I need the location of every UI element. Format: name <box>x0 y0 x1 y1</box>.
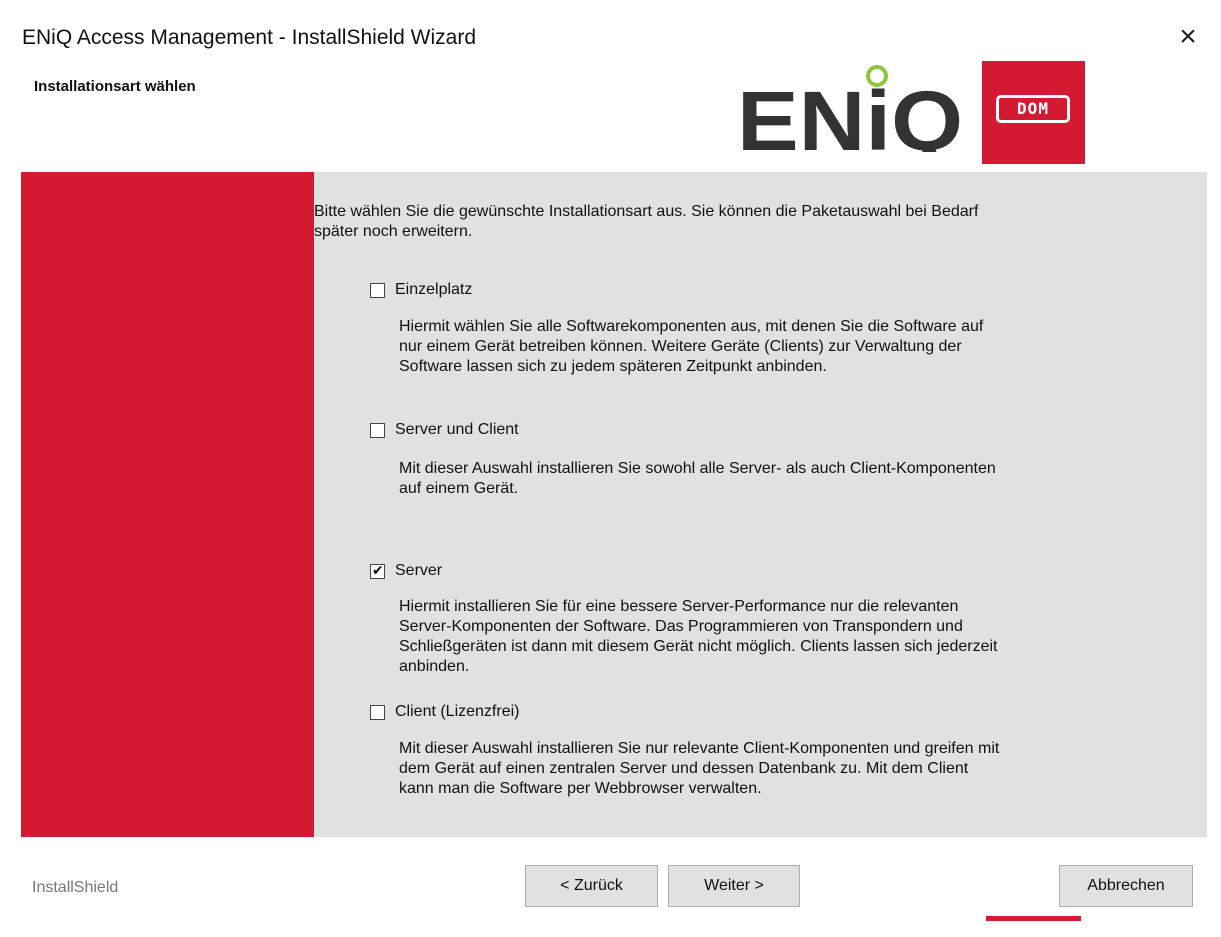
close-icon[interactable]: × <box>1173 22 1203 52</box>
desc-line: Schließgeräten ist dann mit diesem Gerät… <box>399 638 998 655</box>
option-server[interactable]: ✔ Server <box>370 561 442 581</box>
sidebar-banner <box>21 172 314 837</box>
accent-line <box>986 916 1081 921</box>
dom-logo: DOM <box>982 61 1085 164</box>
checkbox[interactable] <box>370 422 385 438</box>
option-label: Server <box>395 562 443 579</box>
footer-bar: InstallShield < Zurück Weiter > Abbreche… <box>0 837 1221 937</box>
desc-line: Mit dieser Auswahl installieren Sie nur … <box>399 740 1000 757</box>
checkbox[interactable] <box>370 282 385 298</box>
option-description: Hiermit wählen Sie alle Softwarekomponen… <box>399 317 1119 377</box>
eniq-logo: ENiQ <box>737 65 963 152</box>
option-server-und-client[interactable]: Server und Client <box>370 420 519 440</box>
desc-line: dem Gerät auf einen zentralen Server und… <box>399 760 969 777</box>
next-button[interactable]: Weiter > <box>668 865 800 907</box>
dom-badge: DOM <box>996 95 1070 123</box>
option-label: Server und Client <box>395 421 519 438</box>
installer-window: ENiQ Access Management - InstallShield W… <box>0 0 1221 937</box>
option-description: Mit dieser Auswahl installieren Sie nur … <box>399 739 1119 799</box>
intro-line: später noch erweitern. <box>314 223 473 240</box>
page-subtitle: Installationsart wählen <box>34 78 196 95</box>
desc-line: auf einem Gerät. <box>399 480 519 497</box>
desc-line: Hiermit installieren Sie für eine besser… <box>399 598 959 615</box>
option-label: Client (Lizenzfrei) <box>395 703 520 720</box>
option-description: Mit dieser Auswahl installieren Sie sowo… <box>399 459 1119 499</box>
checkbox-checked[interactable]: ✔ <box>370 562 385 579</box>
window-title: ENiQ Access Management - InstallShield W… <box>22 26 477 49</box>
installshield-brand: InstallShield <box>32 879 119 896</box>
desc-line: Hiermit wählen Sie alle Softwarekomponen… <box>399 318 984 335</box>
checkbox[interactable] <box>370 704 385 720</box>
intro-text: Bitte wählen Sie die gewünschte Installa… <box>314 202 1184 242</box>
desc-line: kann man die Software per Webbrowser ver… <box>399 780 762 797</box>
option-einzelplatz[interactable]: Einzelplatz <box>370 280 472 300</box>
desc-line: Software lassen sich zu jedem späteren Z… <box>399 358 827 375</box>
intro-line: Bitte wählen Sie die gewünschte Installa… <box>314 203 979 220</box>
desc-line: Server-Komponenten der Software. Das Pro… <box>399 618 963 635</box>
back-button[interactable]: < Zurück <box>525 865 658 907</box>
option-label: Einzelplatz <box>395 281 473 298</box>
desc-line: nur einem Gerät betreiben können. Weiter… <box>399 338 962 355</box>
check-icon: ✔ <box>372 561 384 578</box>
desc-line: Mit dieser Auswahl installieren Sie sowo… <box>399 460 996 477</box>
eniq-logo-text: ENiQ <box>737 74 963 152</box>
desc-line: anbinden. <box>399 658 470 675</box>
option-description: Hiermit installieren Sie für eine besser… <box>399 597 1119 677</box>
cancel-button[interactable]: Abbrechen <box>1059 865 1193 907</box>
option-client-lizenzfrei[interactable]: Client (Lizenzfrei) <box>370 702 519 722</box>
main-panel: Bitte wählen Sie die gewünschte Installa… <box>314 172 1207 837</box>
